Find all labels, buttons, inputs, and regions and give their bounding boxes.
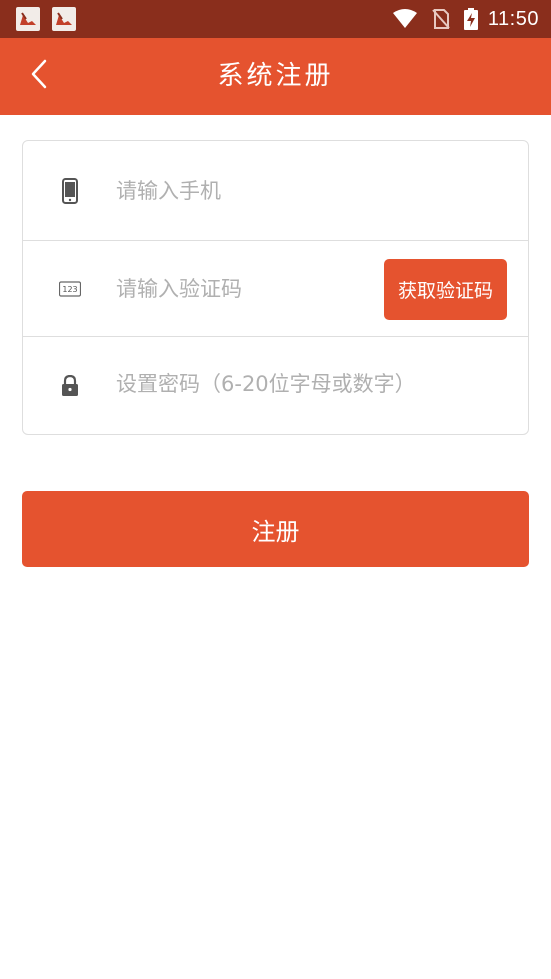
code-row: 123 获取验证码 [23, 241, 528, 337]
back-button[interactable] [22, 56, 56, 96]
phone-row [23, 141, 528, 241]
battery-charging-icon [463, 8, 478, 30]
wifi-icon [392, 9, 418, 29]
registration-form: 123 获取验证码 [22, 140, 529, 435]
chevron-left-icon [31, 59, 47, 93]
verification-code-input[interactable] [116, 269, 371, 309]
page-title: 系统注册 [217, 61, 334, 91]
app-notification-icon [52, 7, 76, 31]
lock-icon [59, 373, 81, 399]
status-bar: 11:50 [0, 0, 551, 38]
register-button[interactable]: 注册 [22, 491, 529, 567]
get-code-button[interactable]: 获取验证码 [384, 259, 507, 320]
status-time: 11:50 [487, 7, 539, 30]
keypad-icon: 123 [59, 276, 81, 302]
no-sim-icon [432, 9, 450, 29]
phone-input[interactable] [116, 171, 506, 211]
phone-icon [59, 178, 81, 204]
svg-text:123: 123 [62, 285, 77, 294]
app-notification-icon [16, 7, 40, 31]
password-input[interactable] [116, 364, 511, 404]
password-row [23, 337, 528, 434]
app-header: 系统注册 [0, 38, 551, 115]
